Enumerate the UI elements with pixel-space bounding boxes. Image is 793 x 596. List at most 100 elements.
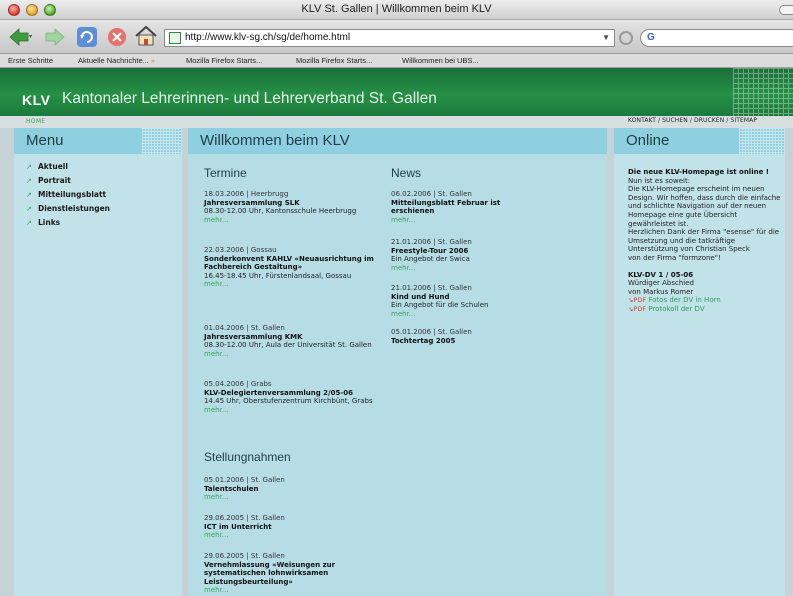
more-link[interactable]: mehr... (204, 406, 384, 415)
window-titlebar: KLV St. Gallen | Willkommen beim KLV (0, 0, 793, 20)
nav-item-mitteilungsblatt[interactable]: ↗ Mitteilungsblatt (26, 188, 182, 202)
online-news-body: Die neue KLV-Homepage ist online ! Nun i… (628, 168, 783, 314)
bookmark-item[interactable]: Mozilla Firefox Starts... (186, 56, 262, 65)
url-input[interactable]: http://www.klv-sg.ch/sg/de/home.html ▼ (164, 29, 615, 47)
termin-entry: 22.03.2006 | Gossau Sonderkonvent KAHLV … (204, 246, 384, 289)
entry-text: Ein Angebot für die Schulen (391, 301, 489, 309)
entry-text: 08.30-12.00 Uhr, Kantonsschule Heerbrugg (204, 207, 357, 215)
arrow-icon: ↗ (26, 163, 32, 171)
entry-meta: 01.04.2006 | St. Gallen (204, 324, 285, 332)
news-entry: 21.01.2006 | St. Gallen Freestyle-Tour 2… (391, 238, 531, 272)
site-header-banner: KLV Kantonaler Lehrerinnen- und Lehrerve… (0, 68, 793, 116)
organization-name: Kantonaler Lehrerinnen- und Lehrerverban… (62, 90, 437, 107)
entry-meta: 05.01.2006 | St. Gallen (204, 476, 285, 484)
reload-button[interactable] (76, 26, 98, 48)
arrow-icon: ↗ (26, 205, 32, 213)
breadcrumb-bar: HOME KONTAKT / SUCHEN / DRUCKEN / SITEMA… (0, 116, 793, 128)
more-link[interactable]: mehr... (204, 586, 384, 595)
back-arrow-icon (9, 28, 32, 46)
entry-title[interactable]: KLV-Delegiertenversammlung 2/05-06 (204, 389, 384, 398)
entry-meta: 05.04.2006 | Grabs (204, 380, 272, 388)
site-favicon-icon (169, 32, 181, 44)
termine-heading: Termine (204, 166, 247, 180)
forward-button[interactable] (42, 27, 68, 47)
nav-item-aktuell[interactable]: ↗ Aktuell (26, 160, 182, 174)
online-heading: Online (614, 128, 785, 154)
statement-entry: 29.06.2005 | St. Gallen ICT im Unterrich… (204, 514, 384, 540)
more-link[interactable]: mehr... (204, 280, 384, 289)
google-search-icon: G (647, 32, 655, 43)
entry-title[interactable]: Tochtertag 2005 (391, 337, 531, 346)
home-icon (135, 25, 157, 46)
entry-title[interactable]: Jahresversammlung KMK (204, 333, 384, 342)
back-button[interactable] (8, 27, 34, 47)
entry-title[interactable]: Mitteilungsblatt Februar ist erschienen (391, 199, 531, 216)
news-heading: News (391, 166, 422, 180)
entry-title[interactable]: Vernehmlassung «Weisungen zur systematis… (204, 561, 384, 587)
entry-title[interactable]: Sonderkonvent KAHLV «Neuausrichtung im F… (204, 255, 384, 272)
stellungnahmen-heading: Stellungnahmen (204, 450, 291, 464)
nav-label: Links (38, 218, 61, 227)
entry-meta: 29.06.2005 | St. Gallen (204, 514, 285, 522)
pdf-link[interactable]: ↘PDF Fotos der DV in Horn (628, 296, 783, 305)
entry-text: 16.45-18.45 Uhr, Fürstenlandsaal, Gossau (204, 271, 352, 280)
online-headline: Die neue KLV-Homepage ist online ! (628, 168, 769, 176)
nav-label: Dienstleistungen (38, 204, 111, 213)
more-link[interactable]: mehr... (204, 531, 384, 540)
nav-item-dienstleistungen[interactable]: ↗ Dienstleistungen (26, 202, 182, 216)
pdf-link-label: Protokoll der DV (648, 304, 705, 313)
nav-item-links[interactable]: ↗ Links (26, 216, 182, 230)
pdf-link-label: Fotos der DV in Horn (648, 296, 721, 305)
toolbar-toggle-button[interactable] (779, 5, 793, 15)
bookmarks-toolbar: Erste Schritte Aktuelle Nachrichte...» M… (0, 54, 793, 68)
more-link[interactable]: mehr... (391, 216, 531, 225)
more-link[interactable]: mehr... (391, 310, 531, 319)
more-link[interactable]: mehr... (204, 350, 384, 359)
url-dropdown-icon[interactable]: ▼ (602, 30, 610, 46)
decorative-grid (142, 128, 182, 154)
pdf-tag: PDF (633, 296, 647, 305)
termin-entry: 18.03.2006 | Heerbrugg Jahresversammlung… (204, 190, 384, 224)
dv-text: Würdiger Abschied (628, 279, 694, 288)
statement-entry: 29.06.2005 | St. Gallen Vernehmlassung «… (204, 552, 384, 595)
pdf-link[interactable]: ↘PDF Protokoll der DV (628, 305, 783, 314)
bookmark-item[interactable]: Erste Schritte (8, 56, 53, 65)
entry-title[interactable]: ICT im Unterricht (204, 523, 384, 532)
news-entry: 06.02.2006 | St. Gallen Mitteilungsblatt… (391, 190, 531, 224)
bookmark-item[interactable]: Mozilla Firefox Starts... (296, 56, 372, 65)
pdf-tag: PDF (633, 304, 647, 313)
bookmark-item[interactable]: Aktuelle Nachrichte...» (78, 56, 155, 65)
entry-meta: 21.01.2006 | St. Gallen (391, 238, 472, 246)
more-link[interactable]: mehr... (391, 264, 531, 273)
site-logo[interactable]: KLV (22, 92, 50, 108)
more-link[interactable]: mehr... (204, 216, 384, 225)
news-entry: 05.01.2006 | St. Gallen Tochtertag 2005 (391, 328, 531, 345)
nav-item-portrait[interactable]: ↗ Portrait (26, 174, 182, 188)
entry-meta: 06.02.2006 | St. Gallen (391, 190, 472, 198)
dv-title: KLV-DV 1 / 05-06 (628, 270, 694, 279)
url-text: http://www.klv-sg.ch/sg/de/home.html (185, 32, 351, 43)
online-title: Online (626, 132, 670, 149)
online-column: Online Die neue KLV-Homepage ist online … (614, 128, 785, 596)
entry-title[interactable]: Kind und Hund (391, 293, 531, 302)
menu-column: Menu ↗ Aktuell ↗ Portrait ↗ Mitteilungsblat… (14, 128, 182, 596)
stop-button[interactable] (106, 26, 128, 48)
search-input[interactable]: G (640, 29, 793, 47)
entry-title[interactable]: Talentschulen (204, 485, 384, 494)
news-entry: 21.01.2006 | St. Gallen Kind und Hund Ei… (391, 284, 531, 318)
navigation-toolbar: http://www.klv-sg.ch/sg/de/home.html ▼ G (0, 20, 793, 54)
entry-text: Ein Angebot der Swica (391, 255, 470, 263)
home-button[interactable] (134, 25, 158, 47)
entry-title[interactable]: Jahresversammlung SLK (204, 199, 384, 208)
statement-entry: 05.01.2006 | St. Gallen Talentschulen me… (204, 476, 384, 502)
forward-arrow-icon (45, 28, 65, 46)
bookmark-item[interactable]: Willkommen bei UBS... (402, 56, 479, 65)
online-text: von der Firma "formzone"! (628, 253, 721, 262)
termin-entry: 01.04.2006 | St. Gallen Jahresversammlun… (204, 324, 384, 358)
entry-meta: 18.03.2006 | Heerbrugg (204, 190, 289, 198)
entry-title[interactable]: Freestyle-Tour 2006 (391, 247, 531, 256)
go-button[interactable] (619, 31, 633, 45)
utility-links[interactable]: KONTAKT / SUCHEN / DRUCKEN / SITEMAP (628, 117, 757, 124)
home-link[interactable]: HOME (26, 118, 45, 125)
more-link[interactable]: mehr... (204, 493, 384, 502)
